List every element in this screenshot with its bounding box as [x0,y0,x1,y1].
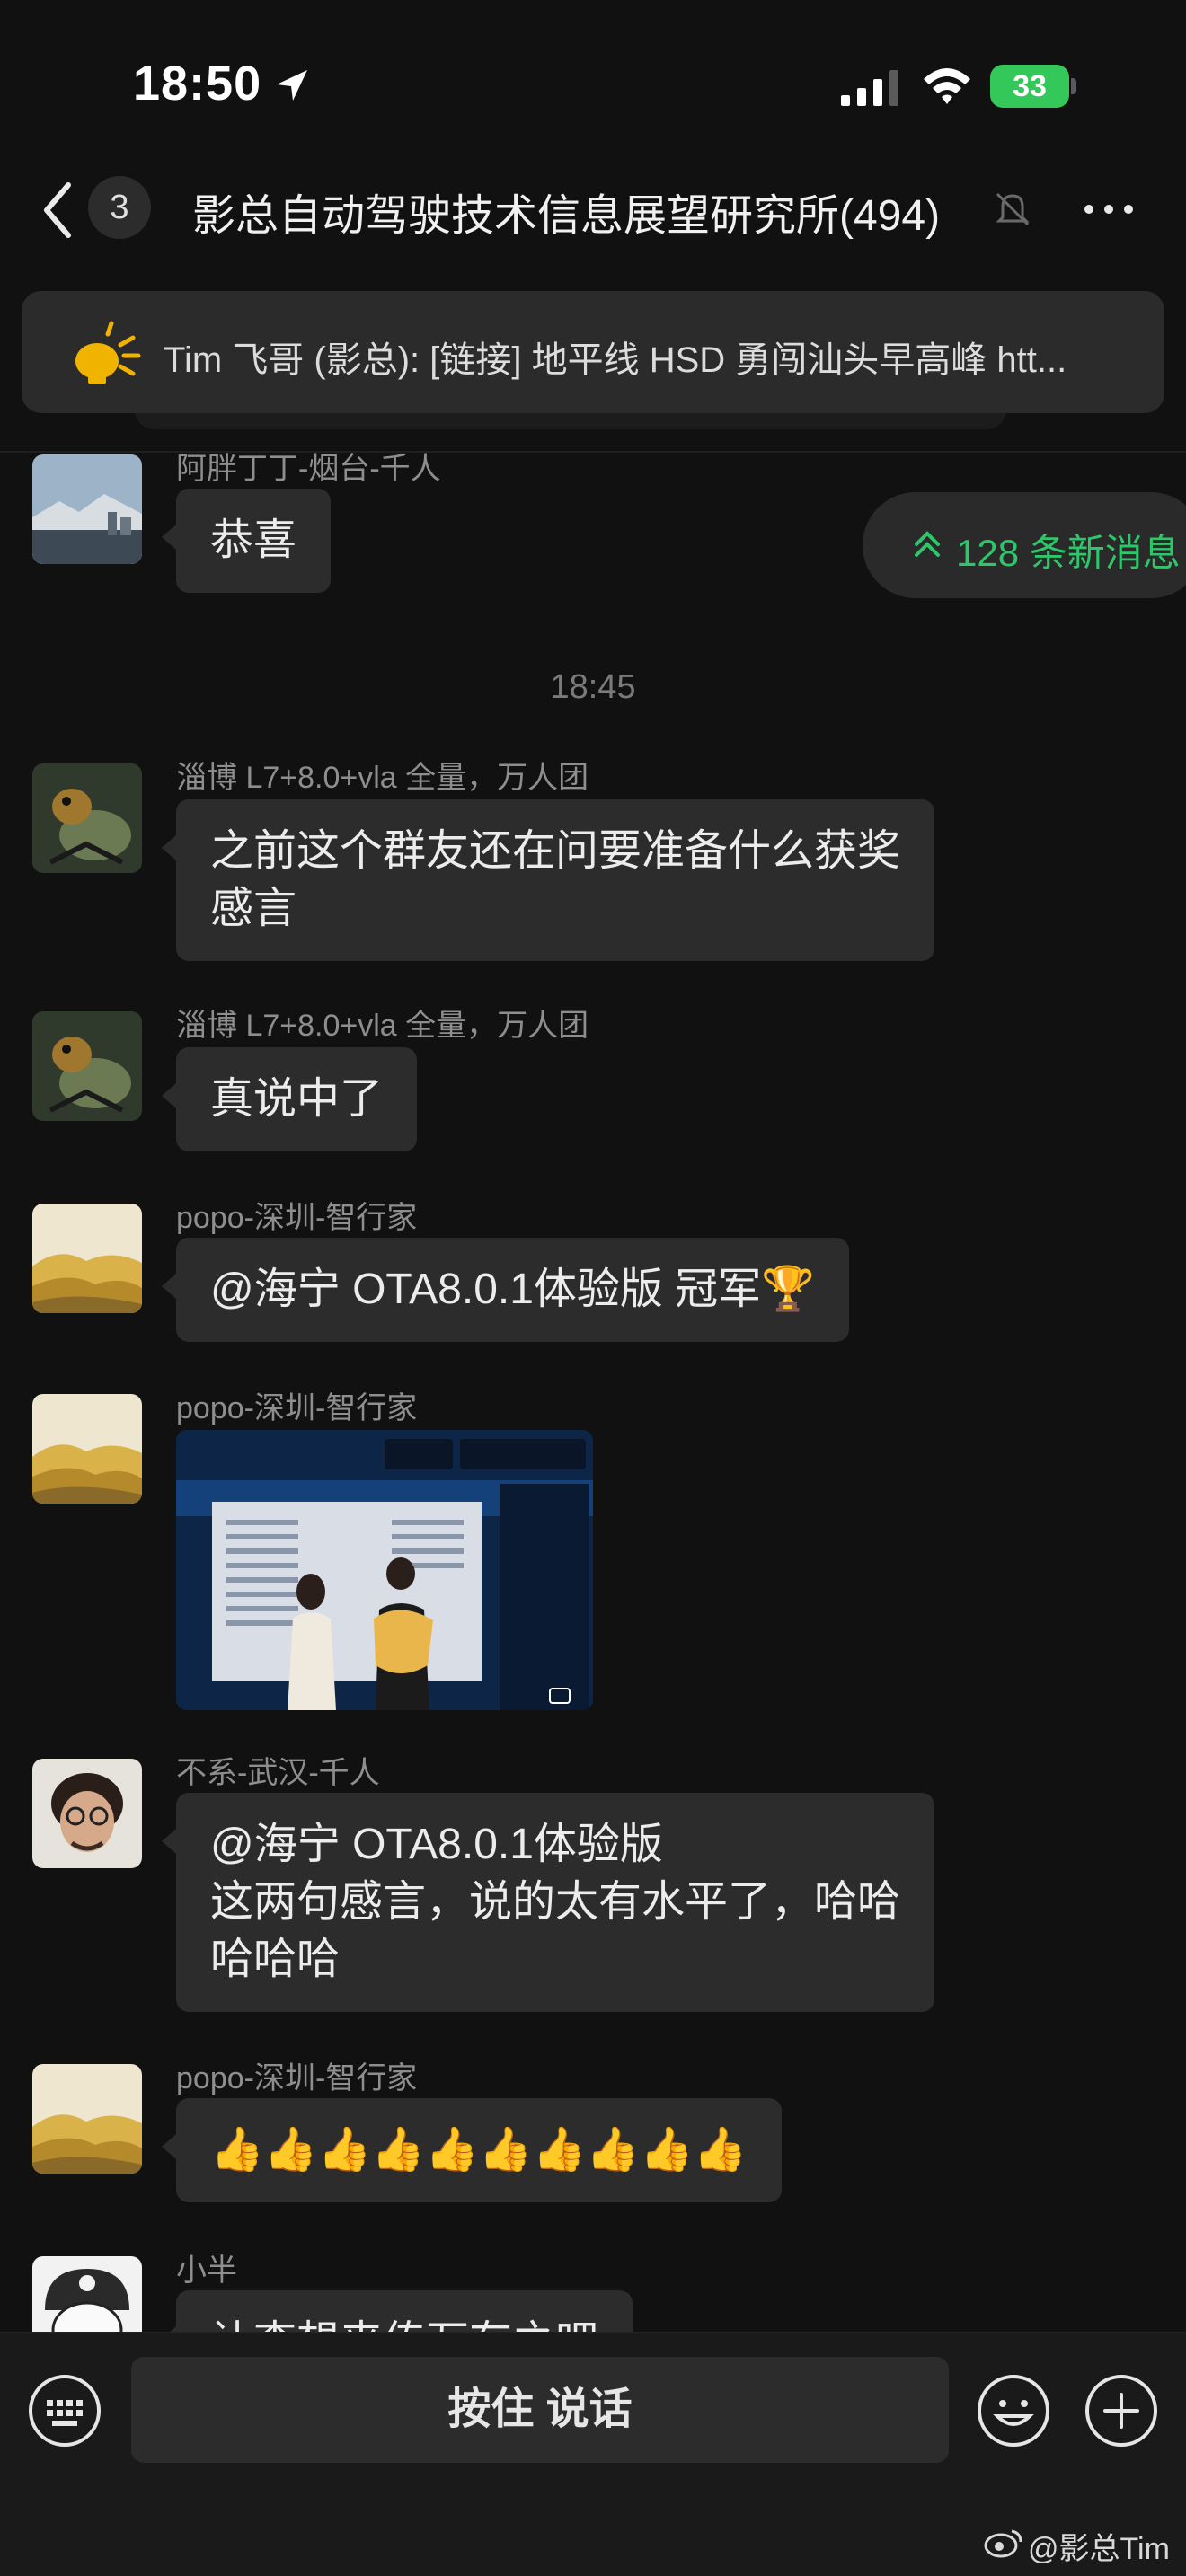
avatar-mountains-image [32,1394,142,1504]
chat-title[interactable]: 影总自动驾驶技术信息展望研究所(494) [192,180,992,243]
sender-name: 阿胖丁丁-烟台-千人 [176,452,441,486]
new-messages-button[interactable]: 128 条新消息 [863,492,1186,598]
timestamp: 18:45 [550,668,636,706]
emoji-icon[interactable] [976,2373,1051,2448]
avatar[interactable] [32,454,142,564]
battery-level: 33 [1013,69,1047,103]
message-bubble[interactable]: @海宁 OTA8.0.1体验版 这两句感言，说的太有水平了，哈哈 哈哈哈 [161,1793,935,2012]
sender-name: 淄博 L7+8.0+vla 全量，万人团 [176,761,589,795]
pinned-message-banner[interactable]: Tim 飞哥 (影总): [链接] 地平线 HSD 勇闯汕头早高峰 htt... [22,291,1164,413]
chat-screen: 18:50 33 3 影总自动驾驶技术信息展望研究所(494) Tim 飞哥 (… [0,0,1186,2576]
avatar[interactable] [32,1759,142,1868]
keyboard-icon[interactable] [27,2373,102,2448]
avatar-bird-image [32,763,142,873]
mute-bell-icon [996,192,1030,226]
status-time: 18:50 [133,57,262,110]
wifi-icon [924,68,970,104]
avatar[interactable] [32,1204,142,1313]
weibo-logo-icon [984,2529,1022,2558]
plus-icon[interactable] [1084,2373,1159,2448]
status-bar: 18:50 33 [0,0,1186,162]
location-arrow-icon [277,70,307,101]
photo-message[interactable] [176,1430,593,1710]
new-messages-label: 128 条新消息 [956,532,1181,574]
double-chevron-up-icon [915,531,940,557]
avatar-mountains-image [32,2064,142,2174]
hold-to-talk-button[interactable]: 按住 说话 [131,2357,949,2463]
sender-name: 淄博 L7+8.0+vla 全量，万人团 [176,1009,589,1043]
award-photo [176,1430,593,1710]
announcement-icon [75,321,141,384]
sender-name: popo-深圳-智行家 [176,1391,418,1425]
sender-name: popo-深圳-智行家 [176,2061,418,2095]
avatar-person-glasses-image [32,1759,142,1868]
watermark: @影总Tim [1028,2532,1170,2566]
message-bubble[interactable]: @海宁 OTA8.0.1体验版 冠军🏆 [161,1238,850,1342]
message-bubble[interactable]: 恭喜 [161,489,332,593]
battery-indicator: 33 [990,65,1076,108]
avatar-bird-image [32,1011,142,1121]
message-bubble[interactable]: 真说中了 [161,1047,418,1151]
message-bubble[interactable]: 之前这个群友还在问要准备什么获奖 感言 [161,799,935,961]
avatar-mountains-image [32,1204,142,1313]
avatar[interactable] [32,1394,142,1504]
cellular-signal-icon [841,70,898,106]
back-chevron-icon[interactable] [36,174,81,246]
message-bubble[interactable]: 👍👍👍👍👍👍👍👍👍👍 [162,2098,782,2202]
unread-count-badge[interactable]: 3 [88,176,151,239]
avatar[interactable] [32,763,142,873]
sender-name: 小半 [176,2254,237,2288]
avatar-landscape-image [32,454,142,564]
more-options-icon[interactable] [1082,196,1136,223]
avatar[interactable] [32,1011,142,1121]
sender-name: 不系-武汉-千人 [176,1756,380,1790]
avatar[interactable] [32,2064,142,2174]
pinned-message-text: Tim 飞哥 (影总): [链接] 地平线 HSD 勇闯汕头早高峰 htt... [164,340,1067,380]
sender-name: popo-深圳-智行家 [176,1201,418,1235]
